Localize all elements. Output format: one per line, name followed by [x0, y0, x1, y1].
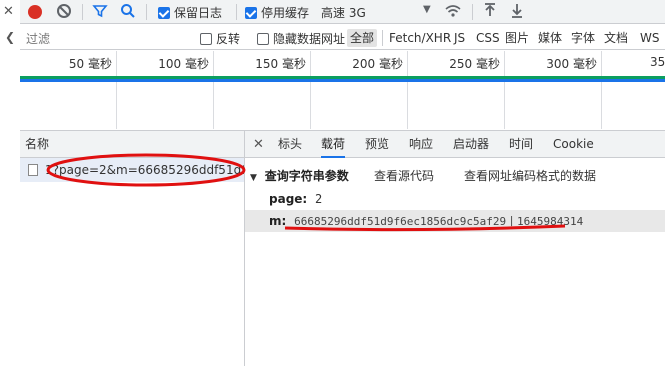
annotation-overlay [46, 153, 566, 232]
annotation-circle [46, 153, 246, 187]
annotation-underline [284, 224, 566, 232]
